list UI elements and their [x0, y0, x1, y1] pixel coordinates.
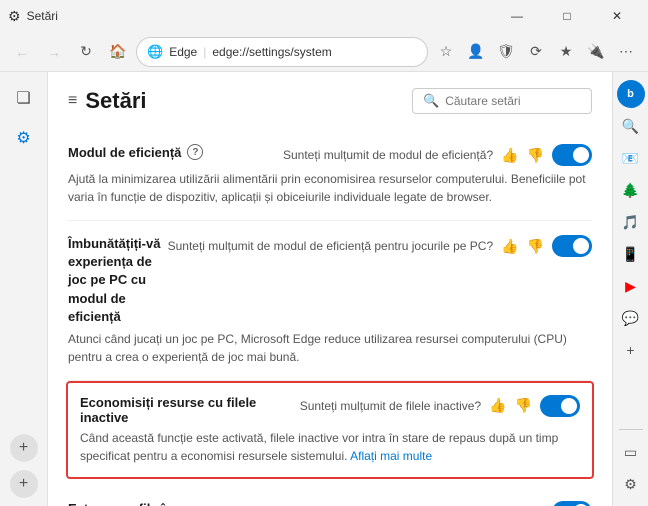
- add-sidebar-button[interactable]: +: [617, 336, 645, 364]
- setting-label: Modul de eficiență ?: [68, 144, 203, 160]
- setting-row-fade: Estompare file în repaus Filele vor apăr…: [68, 487, 592, 506]
- fade-toggle[interactable]: [552, 501, 592, 506]
- inactive-tabs-desc: Când această funcție este activată, file…: [80, 429, 580, 465]
- inactive-tabs-desc-text: Când această funcție este activată, file…: [80, 431, 558, 463]
- star-icon[interactable]: ★: [552, 38, 580, 66]
- minimize-button[interactable]: —: [494, 0, 540, 32]
- hamburger-icon[interactable]: ≡: [68, 92, 77, 110]
- setting-row-top-fade: Estompare file în repaus: [68, 501, 592, 506]
- setting-row-top: Modul de eficiență ? Sunteți mulțumit de…: [68, 144, 592, 166]
- inactive-tabs-label: Economisiți resurse cu filele inactive: [80, 395, 300, 425]
- title-bar-left: ⚙ Setări: [8, 8, 58, 25]
- close-button[interactable]: ✕: [594, 0, 640, 32]
- sidebar-add-button[interactable]: +: [10, 434, 38, 462]
- thumbup-icon[interactable]: 👍: [501, 147, 518, 164]
- setting-right-inactive: Sunteți mulțumit de filele inactive? 👍 👎: [300, 395, 580, 417]
- sidebar-add2-button[interactable]: +: [10, 470, 38, 498]
- skype-sidebar-icon[interactable]: 💬: [617, 304, 645, 332]
- thumbdown-inactive-icon[interactable]: 👎: [515, 397, 532, 414]
- search-box[interactable]: 🔍: [412, 88, 592, 114]
- edge-logo-icon: 🌐: [147, 44, 163, 60]
- refresh-icon[interactable]: ⟳: [522, 38, 550, 66]
- sidebar-divider: [619, 429, 643, 430]
- setting-right-fade: [552, 501, 592, 506]
- gaming-label: Îmbunătățiți-vă experiența de joc pe PC …: [68, 235, 168, 326]
- learn-more-link[interactable]: Aflați mai multe: [350, 449, 432, 463]
- address-url: edge://settings/system: [212, 45, 331, 59]
- setting-right-gaming: Sunteți mulțumit de modul de eficiență p…: [168, 235, 592, 257]
- efficiency-toggle[interactable]: [552, 144, 592, 166]
- inactive-feedback-text: Sunteți mulțumit de filele inactive?: [300, 399, 481, 413]
- more-button[interactable]: ⋯: [612, 38, 640, 66]
- setting-right: Sunteți mulțumit de modul de eficiență? …: [283, 144, 592, 166]
- window-sidebar-icon[interactable]: ▭: [617, 438, 645, 466]
- gaming-desc: Atunci când jucați un joc pe PC, Microso…: [68, 330, 592, 366]
- thumbdown-icon[interactable]: 👎: [527, 147, 544, 164]
- main-content: ❏ ⚙ + + ≡ Setări 🔍 Modul de eficiență: [0, 72, 648, 506]
- sidebar-settings-icon[interactable]: ⚙: [6, 120, 42, 156]
- browser-toolbar: ← → ↻ 🏠 🌐 Edge | edge://settings/system …: [0, 32, 648, 72]
- setting-row-top-inactive: Economisiți resurse cu filele inactive S…: [80, 395, 580, 425]
- outlook-sidebar-icon[interactable]: 📧: [617, 144, 645, 172]
- home-button[interactable]: 🏠: [104, 38, 132, 66]
- settings-area: ≡ Setări 🔍 Modul de eficiență ? Sunteți …: [48, 72, 612, 506]
- browser-name: Edge: [169, 45, 197, 59]
- thumbdown-gaming-icon[interactable]: 👎: [527, 238, 544, 255]
- setting-desc: Ajută la minimizarea utilizării alimentă…: [68, 170, 592, 206]
- gaming-feedback-text: Sunteți mulțumit de modul de eficiență p…: [168, 239, 494, 253]
- back-button[interactable]: ←: [8, 38, 36, 66]
- search-input[interactable]: [445, 94, 585, 108]
- settings-header: ≡ Setări 🔍: [48, 72, 612, 122]
- forward-button[interactable]: →: [40, 38, 68, 66]
- help-icon[interactable]: ?: [187, 144, 203, 160]
- thumbup-gaming-icon[interactable]: 👍: [501, 238, 518, 255]
- phone-sidebar-icon[interactable]: 📱: [617, 240, 645, 268]
- title-bar-controls: — □ ✕: [494, 0, 640, 32]
- setting-row-efficiency: Modul de eficiență ? Sunteți mulțumit de…: [68, 130, 592, 221]
- gaming-label-text: Îmbunătățiți-vă experiența de joc pe PC …: [68, 235, 168, 326]
- tree-sidebar-icon[interactable]: 🌲: [617, 176, 645, 204]
- bing-button[interactable]: b: [617, 80, 645, 108]
- search-sidebar-icon[interactable]: 🔍: [617, 112, 645, 140]
- favorites-icon[interactable]: ☆: [432, 38, 460, 66]
- sidebar-collections-icon[interactable]: ❏: [6, 80, 42, 116]
- address-bar[interactable]: 🌐 Edge | edge://settings/system: [136, 37, 428, 67]
- profile-icon[interactable]: 👤: [462, 38, 490, 66]
- gaming-toggle[interactable]: [552, 235, 592, 257]
- search-icon: 🔍: [423, 93, 439, 109]
- toolbar-icons: ☆ 👤 🛡 ⟳ ★ 🔌 ⋯: [432, 38, 640, 66]
- music-sidebar-icon[interactable]: 🎵: [617, 208, 645, 236]
- setting-row-top-gaming: Îmbunătățiți-vă experiența de joc pe PC …: [68, 235, 592, 326]
- window-title: Setări: [27, 9, 58, 23]
- left-sidebar: ❏ ⚙ + +: [0, 72, 48, 506]
- feedback-text: Sunteți mulțumit de modul de eficiență?: [283, 148, 493, 162]
- settings-title-row: ≡ Setări: [68, 88, 147, 114]
- thumbup-inactive-icon[interactable]: 👍: [489, 397, 506, 414]
- settings-sidebar-icon[interactable]: ⚙: [617, 470, 645, 498]
- youtube-sidebar-icon[interactable]: ▶: [617, 272, 645, 300]
- page-title: Setări: [85, 88, 146, 114]
- right-sidebar: b 🔍 📧 🌲 🎵 📱 ▶ 💬 + ▭ ⚙: [612, 72, 648, 506]
- reload-button[interactable]: ↻: [72, 38, 100, 66]
- inactive-tabs-label-text: Economisiți resurse cu filele inactive: [80, 395, 300, 425]
- maximize-button[interactable]: □: [544, 0, 590, 32]
- shield-icon[interactable]: 🛡: [492, 38, 520, 66]
- title-bar: ⚙ Setări — □ ✕: [0, 0, 648, 32]
- extension-icon[interactable]: 🔌: [582, 38, 610, 66]
- settings-gear-icon: ⚙: [8, 8, 21, 25]
- fade-label: Estompare file în repaus: [68, 501, 219, 506]
- address-separator: |: [203, 45, 206, 59]
- efficiency-label: Modul de eficiență: [68, 145, 181, 160]
- setting-row-gaming: Îmbunătățiți-vă experiența de joc pe PC …: [68, 221, 592, 381]
- inactive-tabs-toggle[interactable]: [540, 395, 580, 417]
- setting-row-inactive-tabs: Economisiți resurse cu filele inactive S…: [66, 381, 594, 479]
- fade-label-text: Estompare file în repaus: [68, 501, 219, 506]
- settings-content: Modul de eficiență ? Sunteți mulțumit de…: [48, 122, 612, 506]
